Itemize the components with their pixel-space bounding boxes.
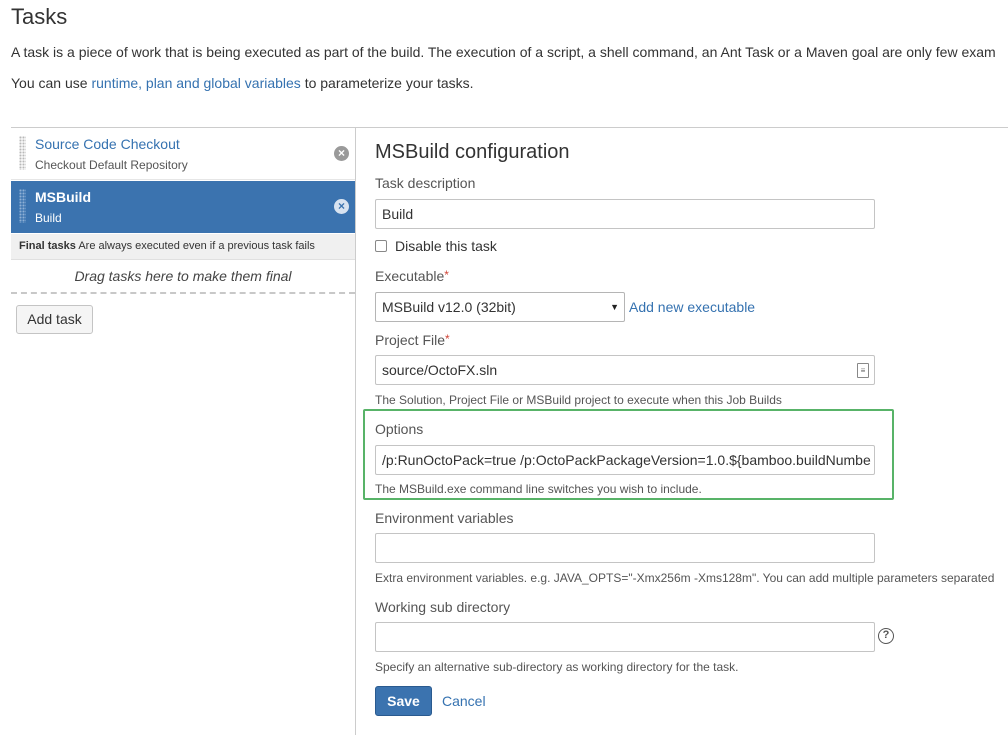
page-title: Tasks — [11, 4, 68, 29]
options-input[interactable]: /p:RunOctoPack=true /p:OctoPackPackageVe… — [375, 445, 875, 475]
executable-selected-value: MSBuild v12.0 (32bit) — [382, 299, 516, 315]
add-executable-link[interactable]: Add new executable — [629, 299, 755, 315]
required-marker: * — [445, 332, 450, 346]
drag-handle-icon[interactable] — [19, 136, 26, 170]
page-intro: A task is a piece of work that is being … — [11, 44, 996, 60]
column-divider — [355, 128, 356, 735]
project-file-help: The Solution, Project File or MSBuild pr… — [375, 393, 782, 407]
config-title: MSBuild configuration — [375, 141, 570, 163]
help-icon[interactable]: ? — [878, 628, 894, 644]
project-file-input[interactable]: source/OctoFX.sln ≡ — [375, 355, 875, 385]
task-name[interactable]: MSBuild — [35, 189, 91, 205]
working-directory-label: Working sub directory — [375, 599, 511, 615]
working-directory-input[interactable] — [375, 622, 875, 652]
executable-label-text: Executable — [375, 268, 445, 284]
final-tasks-description: Are always executed even if a previous t… — [78, 240, 315, 252]
environment-variables-help: Extra environment variables. e.g. JAVA_O… — [375, 571, 995, 585]
remove-task-icon[interactable]: × — [334, 199, 349, 214]
remove-task-icon[interactable]: × — [334, 146, 349, 161]
environment-variables-label: Environment variables — [375, 510, 514, 526]
working-directory-help: Specify an alternative sub-directory as … — [375, 660, 739, 674]
final-tasks-drop-zone[interactable]: Drag tasks here to make them final — [11, 261, 355, 294]
final-tasks-title: Final tasks — [19, 240, 76, 252]
final-tasks-header: Final tasks Are always executed even if … — [11, 234, 355, 260]
options-help: The MSBuild.exe command line switches yo… — [375, 482, 702, 496]
add-task-button[interactable]: Add task — [16, 305, 93, 334]
task-item-msbuild[interactable]: MSBuild Build × — [11, 181, 355, 233]
executable-label: Executable* — [375, 268, 449, 284]
variables-note-prefix: You can use — [11, 75, 92, 91]
task-name[interactable]: Source Code Checkout — [35, 136, 180, 152]
cancel-link[interactable]: Cancel — [442, 693, 486, 709]
project-file-label-text: Project File — [375, 332, 446, 348]
task-description: Build — [35, 211, 62, 225]
options-label: Options — [375, 421, 424, 437]
task-description-label: Task description — [375, 175, 476, 191]
chevron-down-icon: ▼ — [610, 302, 619, 312]
variables-note-suffix: to parameterize your tasks. — [300, 75, 474, 91]
task-item-source-code-checkout[interactable]: Source Code Checkout Checkout Default Re… — [11, 128, 355, 180]
disable-task-checkbox[interactable] — [375, 240, 387, 252]
task-description: Checkout Default Repository — [35, 158, 188, 172]
environment-variables-input[interactable] — [375, 533, 875, 563]
file-picker-icon[interactable]: ≡ — [857, 363, 869, 378]
variables-note: You can use runtime, plan and global var… — [11, 75, 474, 91]
required-marker: * — [444, 268, 449, 282]
drag-handle-icon[interactable] — [19, 189, 26, 223]
project-file-value: source/OctoFX.sln — [382, 362, 498, 378]
variables-link[interactable]: runtime, plan and global variables — [91, 75, 300, 91]
project-file-label: Project File* — [375, 332, 450, 348]
disable-task-label[interactable]: Disable this task — [395, 238, 497, 254]
executable-select[interactable]: MSBuild v12.0 (32bit) ▼ — [375, 292, 625, 322]
save-button[interactable]: Save — [375, 686, 432, 716]
task-description-input[interactable]: Build — [375, 199, 875, 229]
